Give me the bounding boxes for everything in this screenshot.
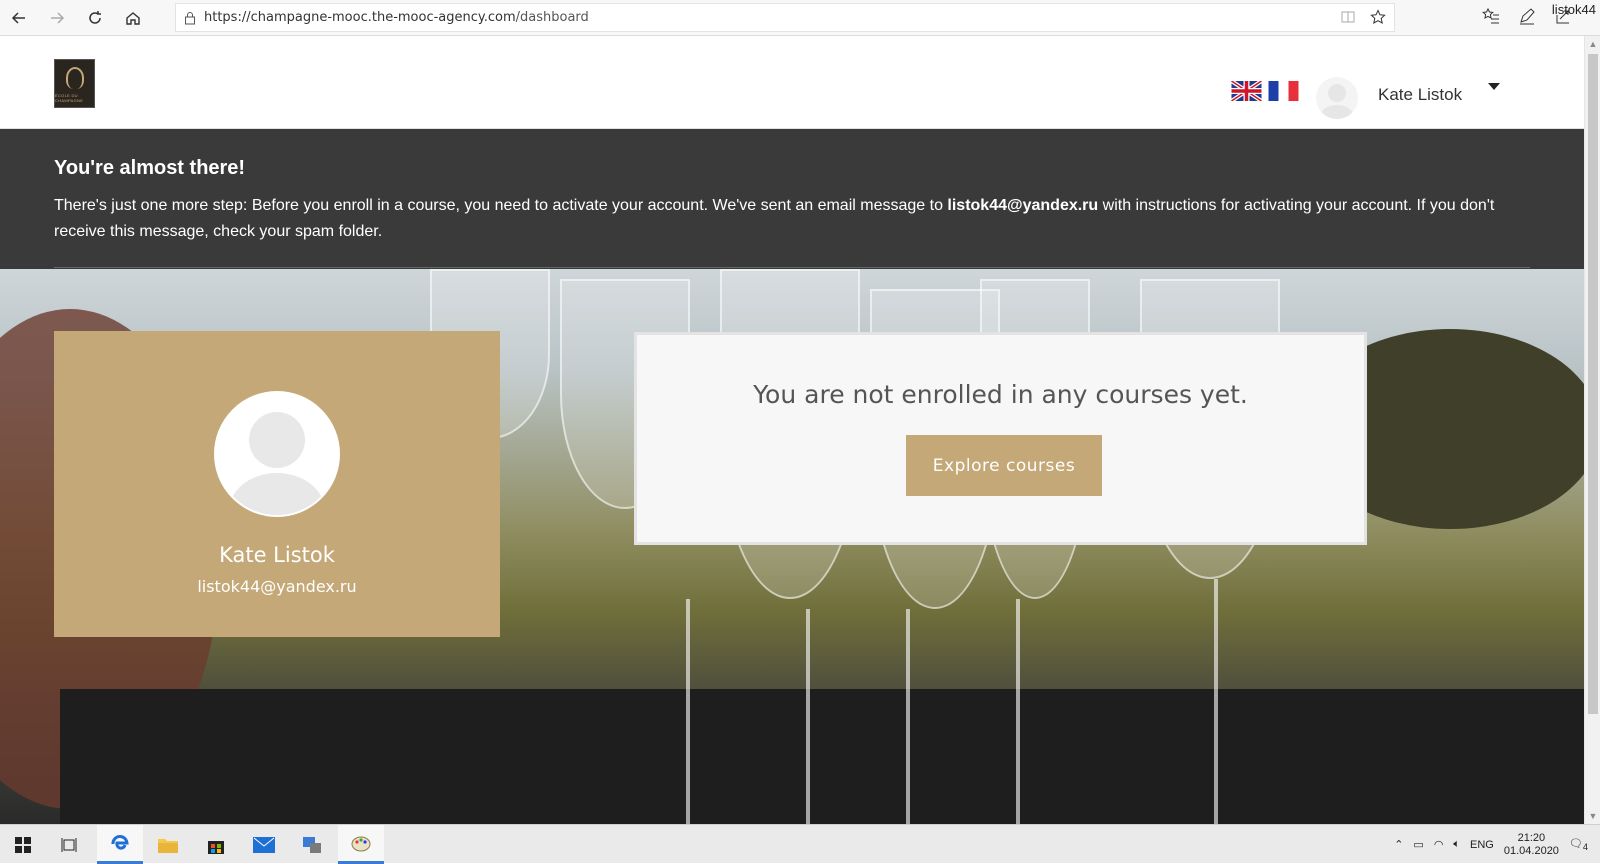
activation-notice: You're almost there! There's just one mo… xyxy=(0,129,1584,269)
address-bar[interactable]: https://champagne-mooc.the-mooc-agency.c… xyxy=(175,3,1395,32)
site-logo[interactable]: ÉCOLE DU CHAMPAGNE xyxy=(54,59,95,108)
notice-email: listok44@yandex.ru xyxy=(947,197,1099,214)
input-language[interactable]: ENG xyxy=(1470,839,1494,851)
favorite-star-icon[interactable] xyxy=(1370,9,1386,30)
user-menu-caret-icon[interactable] xyxy=(1488,83,1500,90)
refresh-button[interactable] xyxy=(76,0,114,36)
store-bag-icon xyxy=(208,840,224,854)
folder-icon xyxy=(158,838,178,853)
favorites-hub-icon[interactable] xyxy=(1482,7,1500,30)
taskbar-mail[interactable] xyxy=(241,825,287,864)
notification-center-icon[interactable]: 🗨︎4 xyxy=(1569,837,1588,852)
network-app-icon xyxy=(303,836,321,853)
background-tray xyxy=(60,689,1584,824)
scrollbar-thumb[interactable] xyxy=(1588,54,1598,714)
profile-card: Kate Listok listok44@yandex.ru xyxy=(54,331,500,637)
glass-stem xyxy=(906,609,910,824)
reading-view-icon[interactable] xyxy=(1340,9,1356,30)
system-tray: ⌃ ▭ ◠ 🔈︎ ENG 21:20 01.04.2020 🗨︎4 xyxy=(1394,825,1600,864)
france-flag-icon[interactable] xyxy=(1268,81,1299,101)
scroll-down-icon[interactable]: ▼ xyxy=(1588,811,1598,821)
logo-mark-icon xyxy=(65,67,84,89)
battery-icon[interactable]: ▭ xyxy=(1413,838,1423,851)
back-button[interactable] xyxy=(0,0,38,36)
scroll-up-icon[interactable]: ▲ xyxy=(1588,39,1598,49)
volume-icon[interactable]: 🔈︎ xyxy=(1453,838,1460,851)
page-viewport: ÉCOLE DU CHAMPAGNE Kate Listok You're al… xyxy=(0,36,1584,824)
profile-avatar-icon xyxy=(214,391,340,517)
taskbar-paint[interactable] xyxy=(338,825,384,864)
refresh-icon xyxy=(89,10,101,24)
back-arrow-icon xyxy=(11,11,25,24)
explore-courses-button[interactable]: Explore courses xyxy=(906,435,1102,496)
glass-stem xyxy=(806,609,810,824)
edge-browser-icon xyxy=(111,835,129,850)
courses-panel: You are not enrolled in any courses yet.… xyxy=(634,332,1367,545)
header-user-name[interactable]: Kate Listok xyxy=(1378,85,1462,105)
home-button[interactable] xyxy=(114,0,152,36)
forward-button[interactable] xyxy=(38,0,76,36)
browser-profile-name[interactable]: listok44 xyxy=(1552,2,1596,17)
notification-count: 4 xyxy=(1582,842,1588,853)
header-avatar-icon[interactable] xyxy=(1316,77,1358,119)
notice-text: There's just one more step: Before you e… xyxy=(54,197,1495,240)
taskbar-explorer[interactable] xyxy=(145,825,191,864)
system-clock[interactable]: 21:20 01.04.2020 xyxy=(1504,832,1559,858)
task-view-button[interactable] xyxy=(46,825,92,864)
clock-date: 01.04.2020 xyxy=(1503,844,1559,857)
logo-text: ÉCOLE DU CHAMPAGNE xyxy=(55,93,84,103)
no-courses-message: You are not enrolled in any courses yet. xyxy=(753,380,1248,409)
lock-icon xyxy=(176,11,204,25)
site-header: ÉCOLE DU CHAMPAGNE Kate Listok xyxy=(0,36,1584,129)
profile-name: Kate Listok xyxy=(219,543,335,567)
task-view-icon xyxy=(61,837,77,852)
paint-icon xyxy=(351,836,371,852)
home-icon xyxy=(126,11,140,25)
show-hidden-icons-chevron-icon[interactable]: ⌃ xyxy=(1394,838,1403,851)
glass-stem xyxy=(686,599,690,824)
wifi-icon[interactable]: ◠ xyxy=(1434,838,1444,851)
forward-arrow-icon xyxy=(51,11,65,24)
url-text: https://champagne-mooc.the-mooc-agency.c… xyxy=(204,10,589,25)
notice-divider xyxy=(54,267,1530,268)
page-scrollbar[interactable]: ▲ ▼ xyxy=(1584,36,1600,824)
pen-notes-icon[interactable] xyxy=(1518,7,1536,30)
glass-stem xyxy=(1016,599,1020,824)
taskbar-store[interactable] xyxy=(193,825,239,864)
mail-icon xyxy=(253,836,275,853)
clock-time: 21:20 xyxy=(1517,831,1546,844)
notice-title: You're almost there! xyxy=(54,157,246,179)
taskbar-edge[interactable] xyxy=(97,825,143,864)
taskbar-app[interactable] xyxy=(289,825,335,864)
browser-toolbar: https://champagne-mooc.the-mooc-agency.c… xyxy=(0,0,1600,36)
windows-logo-icon xyxy=(15,836,31,853)
profile-email: listok44@yandex.ru xyxy=(197,577,357,596)
language-switcher xyxy=(1231,81,1299,101)
windows-taskbar: ⌃ ▭ ◠ 🔈︎ ENG 21:20 01.04.2020 🗨︎4 xyxy=(0,824,1600,864)
glass-stem xyxy=(1214,579,1218,824)
uk-flag-icon[interactable] xyxy=(1231,81,1262,101)
start-button[interactable] xyxy=(0,825,46,864)
